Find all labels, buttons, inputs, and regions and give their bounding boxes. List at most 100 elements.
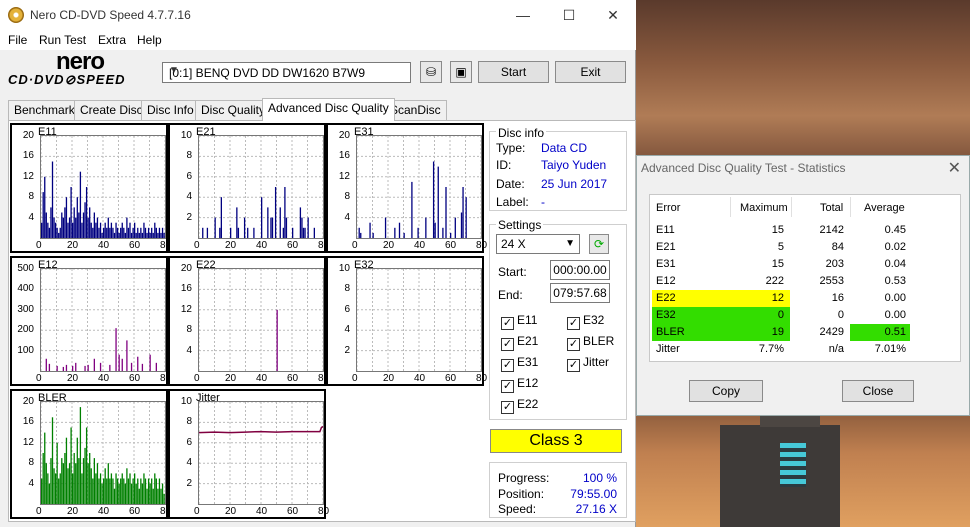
start-button[interactable]: Start bbox=[478, 61, 549, 83]
end-time-input[interactable]: 079:57.68 bbox=[550, 283, 610, 303]
error-maximum: 7.7% bbox=[758, 343, 784, 355]
y-tick-label: 4 bbox=[186, 191, 192, 203]
checkbox-bler[interactable]: ✓ BLER bbox=[567, 334, 614, 351]
chart-bar bbox=[93, 458, 95, 504]
minimize-button[interactable]: — bbox=[500, 0, 546, 30]
chart-bar bbox=[99, 473, 102, 504]
tab-create-disc[interactable]: Create Disc bbox=[74, 100, 149, 120]
statistics-dialog-title: Advanced Disc Quality Test - Statistics bbox=[641, 161, 846, 175]
chart-bar bbox=[51, 161, 54, 238]
checkbox-e22[interactable]: ✓ E22 bbox=[501, 397, 538, 414]
error-average: 0.02 bbox=[884, 241, 906, 253]
chart-bar bbox=[70, 427, 72, 504]
chart-bar bbox=[126, 217, 128, 238]
checkbox-jitter[interactable]: ✓ Jitter bbox=[567, 355, 609, 372]
checkbox-e31[interactable]: ✓ E31 bbox=[501, 355, 538, 372]
chart-bar bbox=[138, 232, 140, 238]
end-label: End: bbox=[498, 288, 523, 302]
disc-type-value: Data CD bbox=[541, 141, 588, 155]
chart-bar bbox=[93, 358, 95, 371]
checkbox-e32[interactable]: ✓ E32 bbox=[567, 313, 604, 330]
tab-benchmark[interactable]: Benchmark bbox=[8, 100, 81, 120]
check-icon: ✓ bbox=[501, 359, 514, 372]
copy-button[interactable]: Copy bbox=[689, 380, 763, 402]
x-tick-label: 0 bbox=[36, 373, 42, 384]
chart-bar bbox=[454, 217, 456, 238]
checkbox-e21[interactable]: ✓ E21 bbox=[501, 334, 538, 351]
plot-frame bbox=[40, 135, 166, 239]
chart-bar bbox=[149, 354, 151, 371]
chart-bar bbox=[96, 463, 99, 504]
chart-bar bbox=[115, 328, 117, 371]
x-tick-label: 20 bbox=[383, 373, 395, 384]
close-dialog-button[interactable]: ✕ bbox=[948, 158, 961, 178]
save-button[interactable]: ▣ bbox=[450, 61, 472, 83]
disc-label-value: - bbox=[541, 195, 545, 209]
x-tick-label: 60 bbox=[129, 506, 141, 517]
statistics-row-e12: E12 222 2553 0.53 bbox=[650, 273, 962, 290]
chart-bar bbox=[121, 473, 123, 504]
chart-bar bbox=[107, 217, 109, 238]
plot-frame bbox=[198, 401, 324, 505]
error-maximum: 222 bbox=[765, 275, 784, 287]
chart-bar bbox=[127, 227, 130, 238]
y-tick-label: 8 bbox=[186, 416, 192, 428]
error-maximum: 15 bbox=[771, 224, 784, 236]
chart-bar bbox=[140, 227, 142, 238]
error-maximum: 19 bbox=[771, 326, 784, 338]
menu-help[interactable]: Help bbox=[137, 33, 162, 47]
x-tick-label: 40 bbox=[414, 373, 426, 384]
y-tick-label: 8 bbox=[186, 150, 192, 162]
chart-e22: E22 4 8 12 16 20 0 20 40 60 80 bbox=[168, 256, 329, 386]
chart-plot bbox=[356, 135, 482, 239]
tab-advanced-disc-quality[interactable]: Advanced Disc Quality bbox=[262, 98, 395, 121]
menu-run-test[interactable]: Run Test bbox=[39, 33, 86, 47]
checkbox-e11[interactable]: ✓ E11 bbox=[501, 313, 537, 330]
chart-bar bbox=[154, 473, 156, 504]
maximize-button[interactable]: ☐ bbox=[546, 0, 592, 30]
chart-bar bbox=[81, 473, 83, 504]
chart-bar bbox=[76, 437, 78, 504]
chart-bar bbox=[152, 232, 154, 238]
y-tick-label: 6 bbox=[186, 436, 192, 448]
chart-bar bbox=[62, 217, 64, 238]
chart-bar bbox=[137, 227, 139, 238]
y-tick-label: 10 bbox=[338, 263, 350, 274]
exit-button[interactable]: Exit bbox=[555, 61, 626, 83]
chart-bar bbox=[126, 468, 128, 504]
speed-select[interactable]: 24 X ▼ bbox=[496, 234, 580, 254]
speed-select-value: 24 X bbox=[501, 237, 526, 251]
drive-select[interactable]: [0:1] BENQ DVD DD DW1620 B7W9 ▼ bbox=[162, 62, 411, 83]
chart-bar bbox=[84, 447, 86, 504]
refresh-speed-button[interactable]: ⟳ bbox=[589, 234, 609, 254]
error-name: E12 bbox=[656, 275, 676, 287]
chart-bar bbox=[134, 222, 136, 238]
chart-bar bbox=[115, 473, 117, 504]
menu-file[interactable]: File bbox=[8, 33, 27, 47]
y-tick-label: 16 bbox=[338, 150, 350, 162]
statistics-row-e31: E31 15 203 0.04 bbox=[650, 256, 962, 273]
start-time-input[interactable]: 000:00.00 bbox=[550, 260, 610, 280]
chart-bar bbox=[48, 227, 51, 238]
check-icon: ✓ bbox=[501, 317, 514, 330]
chart-bar bbox=[45, 212, 47, 238]
chart-bar bbox=[78, 212, 80, 238]
tab-disc-quality[interactable]: Disc Quality bbox=[195, 100, 272, 120]
chart-bar bbox=[135, 483, 137, 504]
y-tick-label: 16 bbox=[22, 416, 34, 428]
chart-bar bbox=[442, 227, 444, 238]
chart-bar bbox=[59, 227, 61, 238]
tab-disc-info[interactable]: Disc Info bbox=[141, 100, 200, 120]
chart-bar bbox=[116, 227, 119, 238]
y-tick-label: 20 bbox=[338, 130, 350, 141]
checkbox-e12[interactable]: ✓ E12 bbox=[501, 376, 538, 393]
statistics-row-e22: E22 12 16 0.00 bbox=[650, 290, 962, 307]
title-bar[interactable]: Nero CD-DVD Speed 4.7.7.16 — ☐ ✕ bbox=[0, 0, 636, 30]
chart-bar bbox=[155, 478, 157, 504]
drive-info-button[interactable]: ⛁ bbox=[420, 61, 442, 83]
chart-bar bbox=[141, 232, 144, 238]
chart-bar bbox=[154, 222, 156, 238]
close-button[interactable]: Close bbox=[842, 380, 914, 402]
close-window-button[interactable]: ✕ bbox=[590, 0, 636, 30]
menu-extra[interactable]: Extra bbox=[98, 33, 126, 47]
